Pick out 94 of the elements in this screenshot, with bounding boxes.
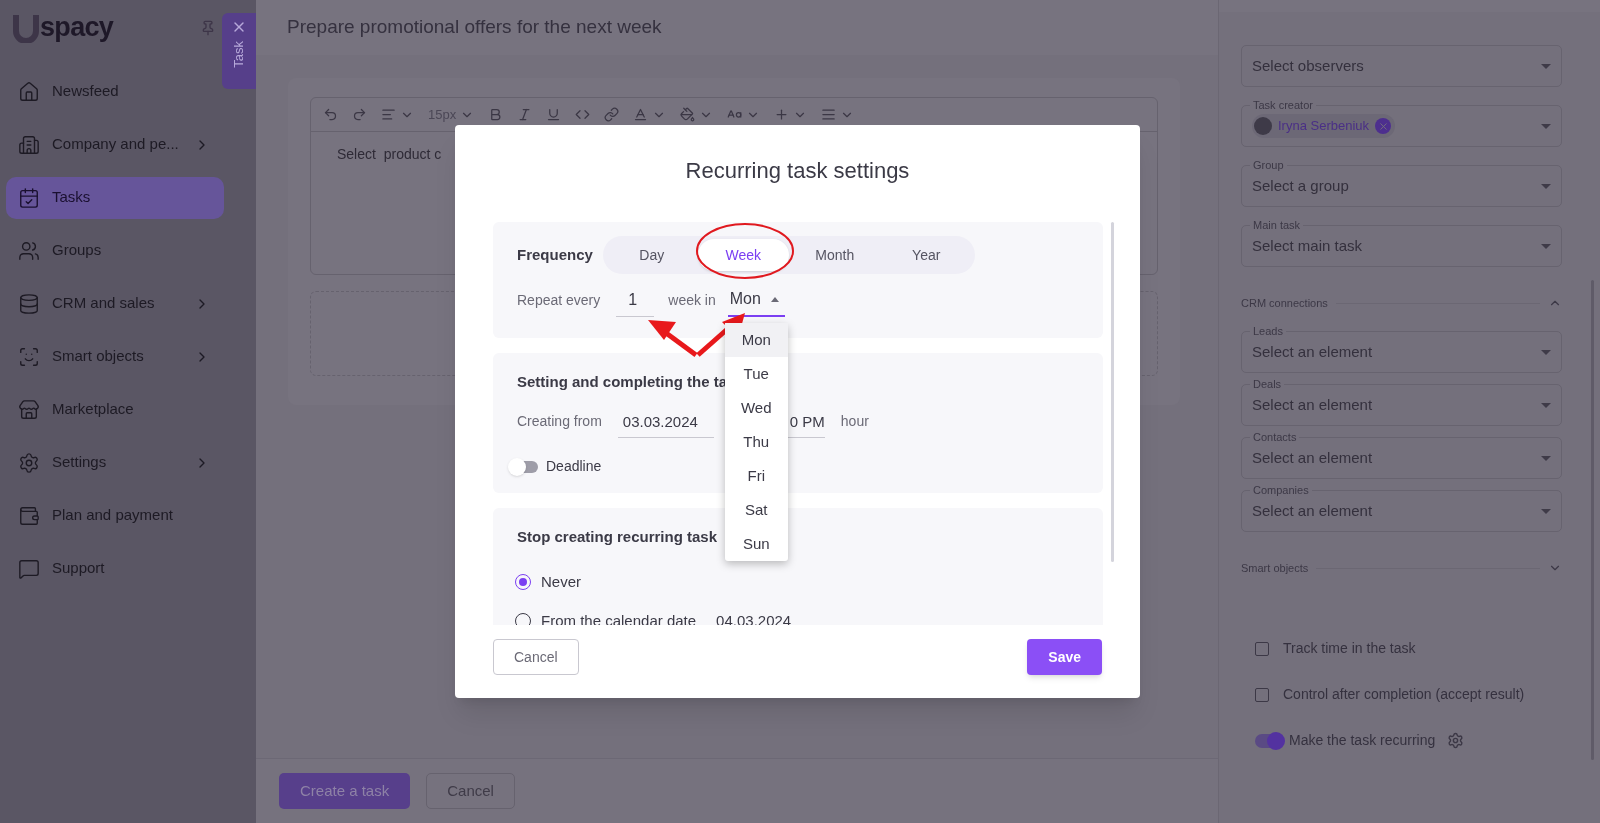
logo[interactable]: spacy xyxy=(40,7,114,48)
caret-icon xyxy=(1541,183,1551,189)
field-placeholder: Select an element xyxy=(1252,500,1373,521)
page-title: Prepare promotional offers for the next week xyxy=(287,15,662,40)
toggle-switch[interactable] xyxy=(510,460,538,473)
sidebar-item[interactable]: Marketplace xyxy=(6,388,224,431)
logo-icon xyxy=(13,12,39,43)
frequency-tab[interactable]: Year xyxy=(880,239,972,271)
create-button[interactable]: Create a task xyxy=(279,773,411,809)
task-tab[interactable]: Task xyxy=(222,13,256,89)
date-value[interactable]: 04.03.2024 xyxy=(716,609,792,625)
field-placeholder: Select an element xyxy=(1252,447,1373,468)
house-icon xyxy=(18,80,40,103)
date-input[interactable]: 03.03.2024 xyxy=(617,410,714,438)
pin-icon[interactable] xyxy=(200,19,216,36)
users-icon xyxy=(18,239,40,262)
checkbox[interactable] xyxy=(1255,641,1269,656)
plus-icon[interactable] xyxy=(774,107,790,122)
caret-icon xyxy=(1541,508,1551,514)
settings-icon[interactable] xyxy=(1447,732,1465,749)
caret-icon xyxy=(770,296,779,302)
modal-title: Recurring task settings xyxy=(685,157,910,185)
frequency-label: Frequency xyxy=(517,244,593,265)
sidebar-item[interactable]: Support xyxy=(6,547,224,590)
avatar xyxy=(1254,117,1272,135)
calendar-icon xyxy=(18,186,40,209)
repeat-input[interactable]: 1 xyxy=(616,288,655,317)
align-icon[interactable] xyxy=(381,107,396,122)
sidebar-item[interactable]: CRM and sales xyxy=(6,282,224,325)
editor-text: Select product c xyxy=(337,146,442,162)
database-icon xyxy=(18,292,40,315)
fill-icon[interactable] xyxy=(680,107,696,122)
save-button[interactable]: Save xyxy=(1027,639,1102,675)
sidebar-item[interactable]: Tasks xyxy=(6,176,224,219)
checkbox-label: Track time in the task xyxy=(1283,639,1416,658)
scan-icon xyxy=(18,345,40,368)
frequency-tab[interactable]: Day xyxy=(606,239,698,271)
checkbox-label: Control after completion (accept result) xyxy=(1283,685,1525,704)
toggle-switch[interactable] xyxy=(1255,733,1283,748)
text-color-icon[interactable] xyxy=(633,107,649,122)
cancel-button[interactable]: Cancel xyxy=(493,639,579,675)
wallet-icon xyxy=(18,504,40,527)
frequency-tab[interactable]: Week xyxy=(697,239,789,271)
unit-label: week in xyxy=(668,291,716,310)
field-placeholder: Select main task xyxy=(1252,235,1363,256)
redo-icon[interactable] xyxy=(352,107,367,122)
toggle-label: Make the task recurring xyxy=(1289,731,1436,750)
link-icon[interactable] xyxy=(604,107,620,122)
italic-icon[interactable] xyxy=(517,107,533,122)
sidebar-item[interactable]: Settings xyxy=(6,441,224,484)
chat-icon xyxy=(18,557,40,580)
section-title: Stop creating recurring task xyxy=(517,528,718,545)
field-placeholder: Select a group xyxy=(1252,175,1349,196)
frequency-tab[interactable]: Month xyxy=(789,239,881,271)
day-option[interactable]: Mon xyxy=(724,323,788,357)
checkbox[interactable] xyxy=(1255,687,1269,702)
toggle-label: Deadline xyxy=(546,457,602,476)
cancel-button[interactable]: Cancel xyxy=(426,773,515,809)
sidebar-item[interactable]: Plan and payment xyxy=(6,494,224,537)
caret-icon xyxy=(1541,123,1551,129)
sidebar-item[interactable]: Smart objects xyxy=(6,335,224,378)
sidebar-item[interactable]: Company and pe... xyxy=(6,123,224,166)
code-icon[interactable] xyxy=(575,107,591,122)
undo-icon[interactable] xyxy=(323,107,338,122)
day-option[interactable]: Fri xyxy=(724,459,788,493)
annotation-arrow xyxy=(648,320,698,357)
select-field[interactable]: Select observers xyxy=(1241,45,1562,87)
remove-icon[interactable] xyxy=(1375,118,1392,134)
underline-icon[interactable] xyxy=(546,107,562,122)
hour-label: hour xyxy=(840,412,869,431)
user-chip[interactable]: Iryna Serbeniuk xyxy=(1252,114,1396,138)
caret-icon xyxy=(1541,243,1551,249)
caret-icon xyxy=(1541,349,1551,355)
caret-icon xyxy=(1541,402,1551,408)
field-placeholder: Select an element xyxy=(1252,394,1373,415)
building-icon xyxy=(18,133,40,156)
sidebar-item[interactable]: Newsfeed xyxy=(6,70,224,113)
section-header[interactable]: CRM connections xyxy=(1241,293,1562,313)
day-option[interactable]: Sat xyxy=(724,493,788,527)
annotation-arrow xyxy=(696,313,745,357)
field-placeholder: Select observers xyxy=(1252,55,1364,76)
repeat-label: Repeat every xyxy=(517,291,601,310)
day-option[interactable]: Sun xyxy=(724,527,788,561)
radio-label: Never xyxy=(541,572,581,592)
sidebar-item[interactable]: Groups xyxy=(6,229,224,272)
caret-icon xyxy=(1541,455,1551,461)
caret-icon xyxy=(1541,63,1551,69)
radio-label: From the calendar date xyxy=(541,610,697,625)
store-icon xyxy=(18,398,40,421)
settings-icon xyxy=(18,451,40,474)
day-option[interactable]: Tue xyxy=(724,357,788,391)
creating-label: Creating from xyxy=(517,412,602,431)
field-placeholder: Select an element xyxy=(1252,341,1373,362)
align-icon[interactable] xyxy=(821,107,837,122)
